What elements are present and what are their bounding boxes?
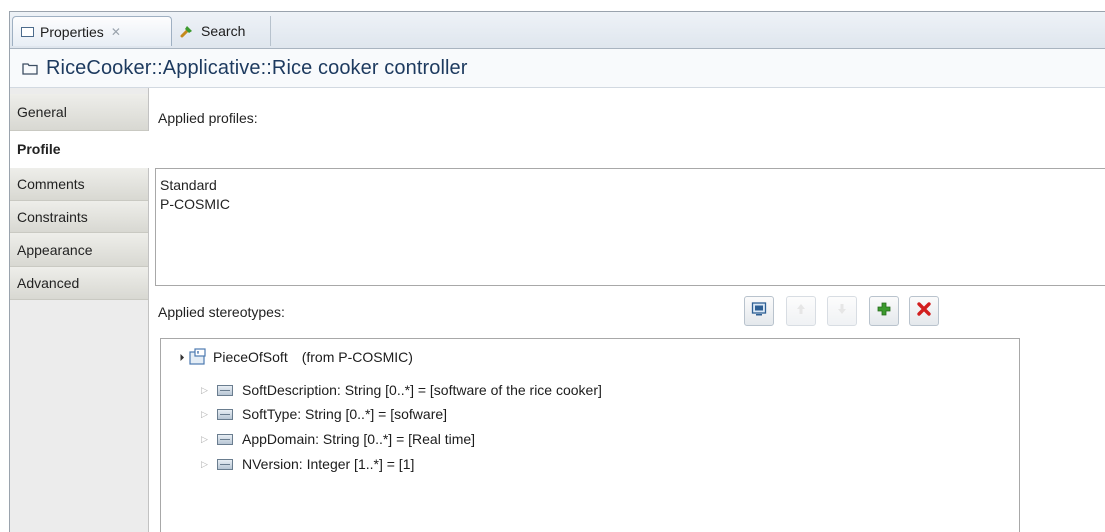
property-text: SoftType: String [0..*] = [sofware] [242, 406, 448, 422]
expand-arrow-icon[interactable]: ▷ [201, 434, 209, 445]
tab-search[interactable]: Search [173, 16, 265, 46]
properties-view: Properties ✕ Search RiceCooker::Applicat… [9, 11, 1105, 532]
sidetab-label: Appearance [17, 241, 93, 258]
property-icon [217, 433, 233, 445]
expand-arrow-icon[interactable]: ▷ [201, 459, 209, 470]
move-down-button[interactable] [827, 296, 857, 326]
property-text: NVersion: Integer [1..*] = [1] [242, 456, 415, 472]
sidetab-advanced[interactable]: Advanced [10, 267, 148, 300]
property-icon [217, 384, 233, 396]
add-stereotype-button[interactable] [869, 296, 899, 326]
sidetab-label: Advanced [17, 275, 80, 291]
sidetab-profile[interactable]: Profile [10, 131, 149, 168]
side-tab-bar: General Profile Comments Constraints App… [10, 88, 149, 532]
page-title: RiceCooker::Applicative::Rice cooker con… [46, 56, 468, 79]
tree-row[interactable]: ▷ NVersion: Integer [1..*] = [1] [201, 456, 414, 472]
sidetab-label: Constraints [17, 208, 88, 225]
remove-stereotype-button[interactable] [909, 296, 939, 326]
sidetab-constraints[interactable]: Constraints [10, 201, 148, 233]
monitor-icon [751, 301, 767, 322]
applied-profiles-label: Applied profiles: [158, 110, 258, 126]
expand-arrow-icon[interactable]: ▷ [201, 409, 209, 420]
sidetab-label: Comments [17, 176, 85, 192]
properties-icon [21, 26, 34, 37]
plus-icon [876, 301, 892, 322]
tab-properties-label: Properties [40, 23, 104, 40]
property-text: AppDomain: String [0..*] = [Real time] [242, 431, 476, 447]
applied-stereotypes-label: Applied stereotypes: [158, 304, 285, 320]
down-icon [835, 302, 849, 321]
list-item[interactable]: P-COSMIC [160, 196, 230, 212]
display-stereotype-button[interactable] [744, 296, 774, 326]
stereotype-tree-node[interactable]: PieceOfSoft (from P-COSMIC) [176, 348, 413, 366]
page-title-bar: RiceCooker::Applicative::Rice cooker con… [10, 49, 1105, 88]
up-icon [794, 302, 808, 321]
sidetab-label: General [17, 104, 67, 120]
applied-profiles-list[interactable]: Standard P-COSMIC [155, 168, 1105, 286]
sidetab-general[interactable]: General [10, 94, 148, 131]
sidetab-appearance[interactable]: Appearance [10, 233, 148, 267]
profile-page: Applied profiles: Standard P-COSMIC Appl… [149, 88, 1105, 532]
close-icon[interactable]: ✕ [111, 25, 121, 39]
expand-arrow-icon[interactable] [176, 353, 185, 361]
sidetab-label: Profile [17, 141, 61, 157]
stereotype-name: PieceOfSoft [213, 349, 288, 365]
applied-stereotypes-tree[interactable]: PieceOfSoft (from P-COSMIC) ▷ SoftDescri… [160, 338, 1020, 532]
property-icon [217, 408, 233, 420]
package-icon [22, 61, 38, 75]
tree-row[interactable]: ▷ AppDomain: String [0..*] = [Real time] [201, 431, 475, 447]
list-item[interactable]: Standard [160, 177, 217, 193]
tree-row[interactable]: ▷ SoftDescription: String [0..*] = [soft… [201, 382, 602, 398]
property-icon [217, 458, 233, 470]
tab-search-label: Search [201, 23, 246, 39]
tree-row[interactable]: ▷ SoftType: String [0..*] = [sofware] [201, 406, 447, 422]
stereotype-icon [189, 348, 207, 366]
property-text: SoftDescription: String [0..*] = [softwa… [242, 382, 602, 398]
move-up-button[interactable] [786, 296, 816, 326]
tab-separator [270, 16, 271, 46]
search-icon [179, 23, 195, 39]
tab-properties[interactable]: Properties ✕ [12, 16, 172, 46]
delete-icon [916, 301, 932, 322]
stereotype-source: (from P-COSMIC) [301, 349, 413, 365]
sidetab-comments[interactable]: Comments [10, 168, 148, 201]
expand-arrow-icon[interactable]: ▷ [201, 385, 209, 396]
view-tab-bar: Properties ✕ Search [10, 12, 1105, 49]
